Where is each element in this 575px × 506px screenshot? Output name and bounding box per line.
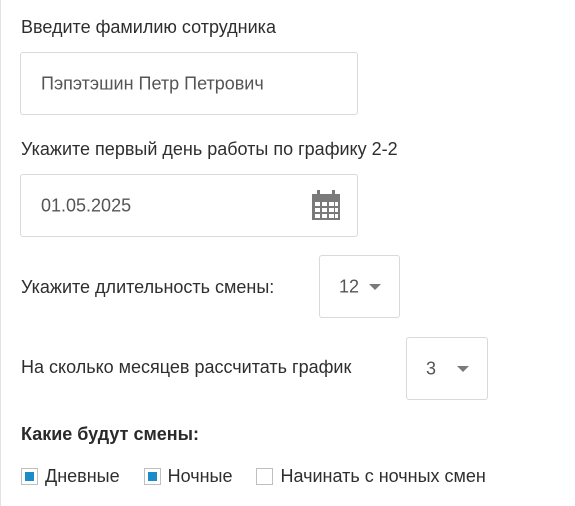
months-value: 3 <box>426 358 437 378</box>
day-shift-checkbox[interactable] <box>21 467 38 485</box>
start-date-input[interactable]: 01.05.2025 <box>20 174 358 237</box>
chevron-down-icon <box>457 365 469 372</box>
start-with-night-checkbox[interactable] <box>256 467 274 485</box>
day-shift-option[interactable]: Дневные <box>21 466 120 487</box>
shift-length-select[interactable]: 12 <box>319 255 400 318</box>
night-shift-label: Ночные <box>167 465 233 486</box>
night-shift-option[interactable]: Ночные <box>143 465 233 487</box>
shift-length-value: 12 <box>339 276 360 296</box>
shift-options: Дневные Ночные Начинать с ночных смен <box>21 465 510 487</box>
day-shift-label: Дневные <box>45 465 120 486</box>
shift-length-label: Укажите длительность смены: <box>21 277 275 297</box>
start-with-night-option[interactable]: Начинать с ночных смен <box>256 465 486 487</box>
chevron-down-icon <box>369 283 381 290</box>
employee-name-input[interactable]: Пэпэтэшин Петр Петрович <box>20 52 358 115</box>
start-date-value: 01.05.2025 <box>41 195 132 215</box>
calendar-icon[interactable] <box>311 190 341 221</box>
employee-name-value: Пэпэтэшин Петр Петрович <box>41 73 264 93</box>
months-label: На сколько месяцев рассчитать график <box>21 357 352 377</box>
shifts-heading: Какие будут смены: <box>21 424 200 444</box>
schedule-form: Введите фамилию сотрудника Пэпэтэшин Пет… <box>0 0 575 506</box>
employee-label: Введите фамилию сотрудника <box>21 17 276 37</box>
start-with-night-label: Начинать с ночных смен <box>280 465 486 486</box>
start-date-label: Укажите первый день работы по графику 2-… <box>21 139 398 159</box>
months-select[interactable]: 3 <box>406 337 488 400</box>
night-shift-checkbox[interactable] <box>143 467 161 485</box>
